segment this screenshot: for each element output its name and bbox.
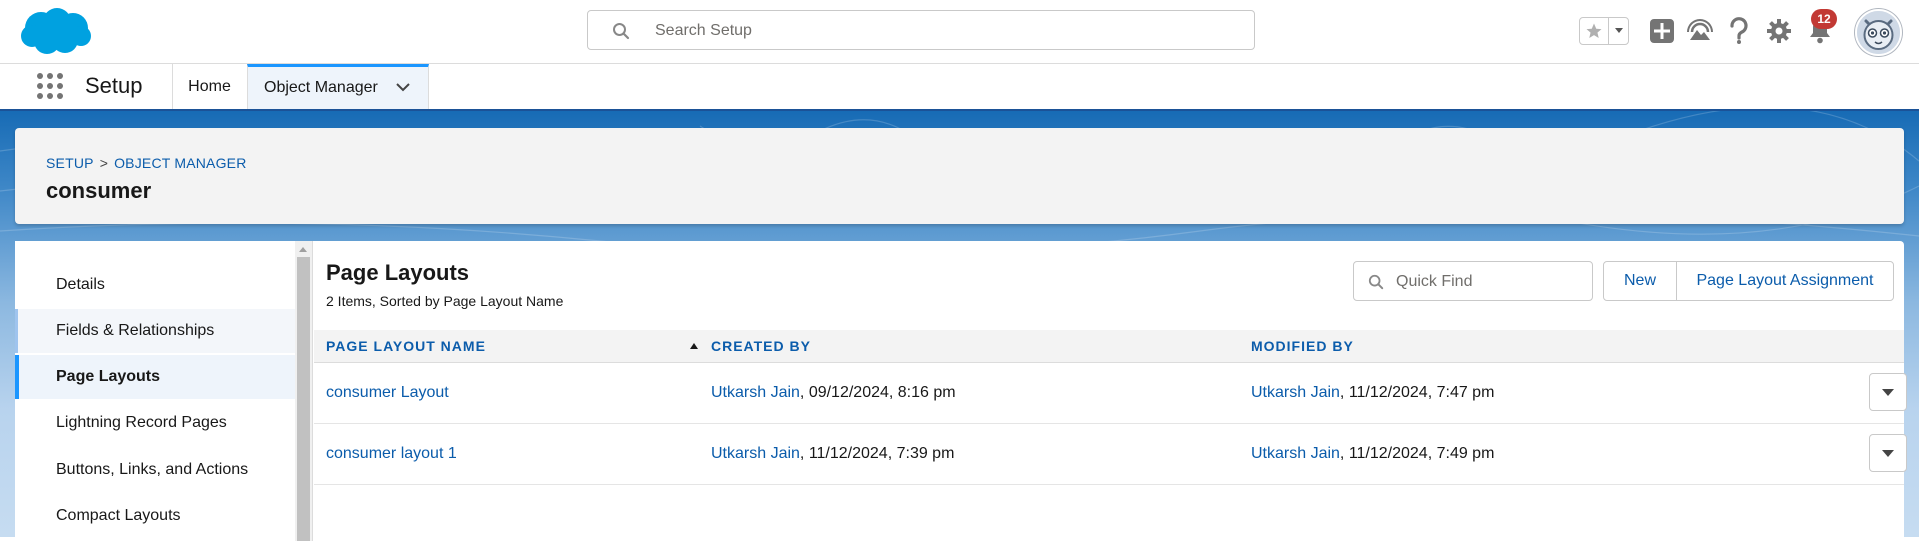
action-button-group: New Page Layout Assignment	[1603, 261, 1894, 301]
sidebar-item-buttons-links-actions[interactable]: Buttons, Links, and Actions	[15, 448, 295, 492]
page-layouts-content: Page Layouts 2 Items, Sorted by Page Lay…	[314, 241, 1907, 541]
table-header: PAGE LAYOUT NAME CREATED BY MODIFIED BY	[314, 330, 1904, 363]
context-bar: Setup Home Object Manager	[0, 64, 1919, 111]
favorites-button-group	[1579, 17, 1629, 45]
app-name: Setup	[85, 73, 143, 98]
sidebar-item-fields-relationships[interactable]: Fields & Relationships	[15, 309, 295, 353]
created-by-user-link[interactable]: Utkarsh Jain	[711, 445, 800, 463]
search-icon	[1368, 274, 1384, 295]
scrollbar-thumb[interactable]	[297, 257, 310, 541]
sidebar-item-label: Compact Layouts	[56, 507, 181, 524]
content-subtitle: 2 Items, Sorted by Page Layout Name	[326, 293, 564, 309]
object-header: SETUP > OBJECT MANAGER consumer	[15, 128, 1904, 224]
created-at-text: , 09/12/2024, 8:16 pm	[799, 384, 956, 401]
tab-object-manager[interactable]: Object Manager	[247, 64, 429, 109]
notification-badge: 12	[1811, 9, 1837, 29]
breadcrumb: SETUP > OBJECT MANAGER	[46, 155, 247, 171]
modified-by-cell: Utkarsh Jain, 11/12/2024, 7:47 pm	[1251, 363, 1494, 423]
scroll-up-arrow-icon[interactable]	[299, 247, 307, 252]
table-row: consumer layout 1 Utkarsh Jain, 11/12/20…	[314, 424, 1907, 485]
sidebar-item-compact-layouts[interactable]: Compact Layouts	[15, 494, 295, 538]
modified-by-user-link[interactable]: Utkarsh Jain	[1251, 384, 1340, 402]
breadcrumb-object-manager[interactable]: OBJECT MANAGER	[114, 155, 246, 171]
layout-name-cell: consumer layout 1	[326, 424, 457, 484]
tab-home-label: Home	[188, 77, 231, 95]
layout-name-link[interactable]: consumer Layout	[326, 384, 449, 402]
modified-by-cell: Utkarsh Jain, 11/12/2024, 7:49 pm	[1251, 424, 1494, 484]
layout-name-link[interactable]: consumer layout 1	[326, 445, 457, 463]
gear-icon[interactable]	[1765, 17, 1793, 45]
page-title: consumer	[46, 178, 152, 203]
chevron-down-icon[interactable]	[396, 79, 410, 97]
created-by-cell: Utkarsh Jain, 11/12/2024, 7:39 pm	[711, 424, 954, 484]
row-actions-icon	[1882, 388, 1894, 396]
created-by-cell: Utkarsh Jain, 09/12/2024, 8:16 pm	[711, 363, 956, 423]
global-search[interactable]	[587, 10, 1255, 51]
modified-at-text: , 11/12/2024, 7:47 pm	[1339, 384, 1495, 401]
created-at-text: , 11/12/2024, 7:39 pm	[799, 445, 955, 462]
breadcrumb-setup[interactable]: SETUP	[46, 155, 94, 171]
tab-home[interactable]: Home	[172, 64, 246, 109]
row-actions-button[interactable]	[1869, 434, 1907, 472]
row-actions-button[interactable]	[1869, 373, 1907, 411]
layout-name-cell: consumer Layout	[326, 363, 449, 423]
created-by-user-link[interactable]: Utkarsh Jain	[711, 384, 800, 402]
help-icon[interactable]	[1725, 17, 1753, 45]
tab-object-manager-label: Object Manager	[264, 79, 378, 96]
page-layout-assignment-button[interactable]: Page Layout Assignment	[1677, 262, 1893, 300]
salesforce-logo[interactable]	[19, 6, 93, 61]
modified-by-user-link[interactable]: Utkarsh Jain	[1251, 445, 1340, 463]
column-header-label: MODIFIED BY	[1251, 338, 1354, 354]
chevron-down-icon[interactable]	[1609, 18, 1628, 44]
search-icon	[612, 22, 630, 45]
sidebar-item-label: Details	[56, 276, 105, 293]
sidebar-item-label: Fields & Relationships	[56, 322, 215, 339]
new-button[interactable]: New	[1604, 262, 1677, 300]
trailhead-icon[interactable]	[1686, 17, 1714, 45]
quick-find[interactable]	[1353, 261, 1593, 302]
table-row: consumer Layout Utkarsh Jain, 09/12/2024…	[314, 363, 1907, 424]
row-actions-icon	[1882, 449, 1894, 457]
content-title: Page Layouts	[326, 260, 470, 285]
sidebar-item-page-layouts[interactable]: Page Layouts	[15, 355, 295, 399]
sidebar-scrollbar[interactable]	[295, 241, 313, 541]
sidebar-item-label: Buttons, Links, and Actions	[56, 461, 249, 478]
main-panel: Details Fields & Relationships Page Layo…	[15, 241, 1907, 541]
modified-at-text: , 11/12/2024, 7:49 pm	[1339, 445, 1495, 462]
breadcrumb-separator: >	[99, 155, 109, 171]
add-icon[interactable]	[1648, 17, 1676, 45]
column-header-label: PAGE LAYOUT NAME	[326, 338, 486, 354]
column-header-modified-by[interactable]: MODIFIED BY	[1251, 330, 1354, 362]
search-input[interactable]	[653, 11, 1237, 51]
column-header-label: CREATED BY	[711, 338, 811, 354]
app-launcher-icon[interactable]	[36, 72, 64, 100]
sidebar-item-label: Page Layouts	[56, 368, 161, 385]
global-header: 12	[0, 0, 1919, 64]
sidebar-item-details[interactable]: Details	[15, 263, 295, 307]
column-header-created-by[interactable]: CREATED BY	[711, 330, 811, 362]
star-icon[interactable]	[1580, 18, 1609, 44]
avatar[interactable]	[1855, 9, 1902, 56]
column-header-page-layout-name[interactable]: PAGE LAYOUT NAME	[326, 330, 486, 362]
sidebar-item-lightning-record-pages[interactable]: Lightning Record Pages	[15, 401, 295, 445]
sidebar-item-label: Lightning Record Pages	[56, 414, 227, 431]
quick-find-input[interactable]	[1394, 262, 1588, 302]
sort-asc-icon[interactable]	[690, 343, 698, 349]
object-sidebar: Details Fields & Relationships Page Layo…	[15, 241, 295, 541]
